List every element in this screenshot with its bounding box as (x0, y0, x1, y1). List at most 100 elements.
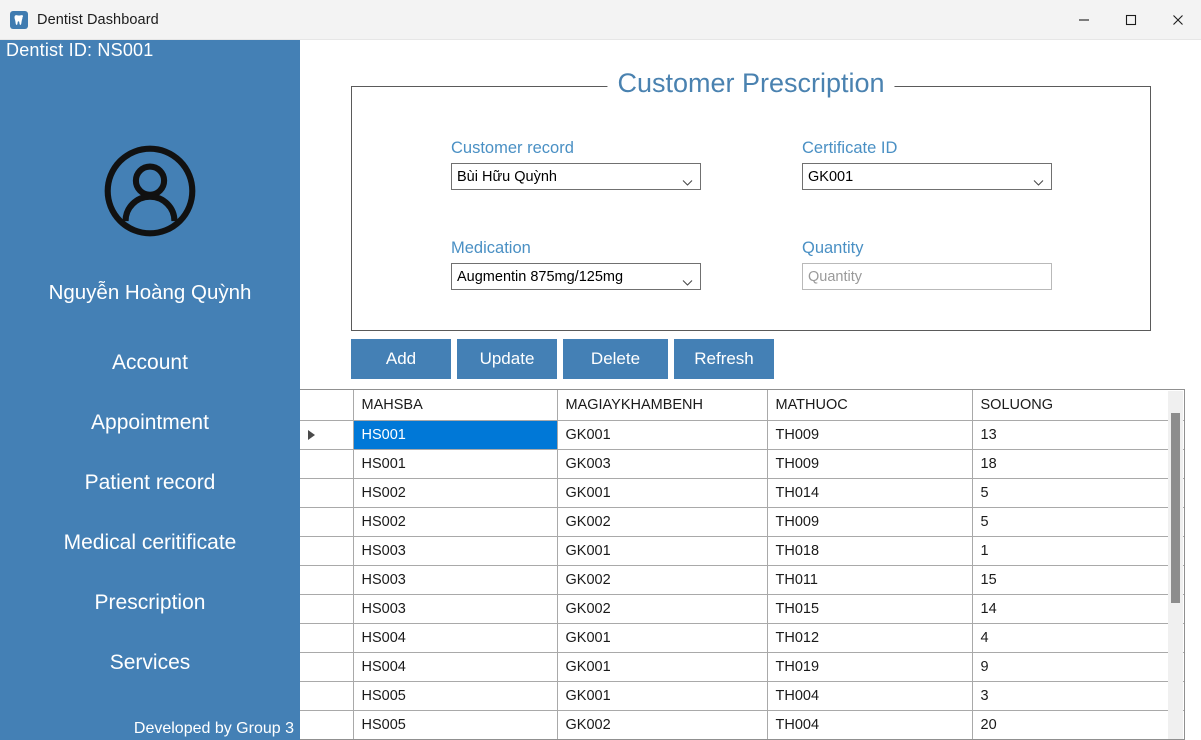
table-row[interactable]: HS003 GK002 TH011 15 (300, 565, 1184, 595)
table-row[interactable]: HS001 GK003 TH009 18 (300, 449, 1184, 479)
cell-mahsba[interactable]: HS002 (353, 507, 558, 537)
cell-mathuoc[interactable]: TH014 (767, 478, 973, 508)
table-row[interactable]: HS002 GK001 TH014 5 (300, 478, 1184, 508)
row-marker-cell[interactable] (300, 507, 354, 537)
cell-soluong[interactable]: 9 (972, 652, 1184, 682)
row-marker-cell[interactable] (300, 594, 354, 624)
column-header-magiaykhambenh[interactable]: MAGIAYKHAMBENH (557, 390, 768, 421)
cell-magiaykhambenh[interactable]: GK002 (557, 710, 768, 739)
cell-magiaykhambenh[interactable]: GK001 (557, 681, 768, 711)
chevron-down-icon (1033, 173, 1044, 186)
cell-magiaykhambenh[interactable]: GK001 (557, 652, 768, 682)
cell-magiaykhambenh[interactable]: GK001 (557, 623, 768, 653)
customer-prescription-groupbox: Customer Prescription Customer record Bù… (351, 68, 1151, 331)
row-marker-cell[interactable] (300, 565, 354, 595)
cell-mahsba[interactable]: HS003 (353, 594, 558, 624)
customer-record-select[interactable]: Bùi Hữu Quỳnh (451, 163, 701, 190)
grid-vertical-scrollbar[interactable] (1168, 391, 1183, 739)
cell-soluong[interactable]: 13 (972, 420, 1184, 450)
close-button[interactable] (1154, 0, 1201, 40)
row-marker-cell[interactable] (300, 420, 354, 450)
cell-soluong[interactable]: 1 (972, 536, 1184, 566)
row-marker-cell[interactable] (300, 478, 354, 508)
cell-mahsba[interactable]: HS003 (353, 536, 558, 566)
cell-mathuoc[interactable]: TH011 (767, 565, 973, 595)
delete-button[interactable]: Delete (563, 339, 668, 379)
table-row[interactable]: HS005 GK002 TH004 20 (300, 710, 1184, 739)
cell-soluong[interactable]: 18 (972, 449, 1184, 479)
row-marker-cell[interactable] (300, 652, 354, 682)
cell-soluong[interactable]: 4 (972, 623, 1184, 653)
cell-mahsba[interactable]: HS004 (353, 652, 558, 682)
column-header-mathuoc[interactable]: MATHUOC (767, 390, 973, 421)
table-row[interactable]: HS003 GK002 TH015 14 (300, 594, 1184, 624)
cell-mahsba[interactable]: HS003 (353, 565, 558, 595)
row-marker-cell[interactable] (300, 681, 354, 711)
refresh-button[interactable]: Refresh (674, 339, 774, 379)
cell-soluong[interactable]: 15 (972, 565, 1184, 595)
sidebar-item-account[interactable]: Account (0, 333, 300, 393)
sidebar-item-prescription[interactable]: Prescription (0, 573, 300, 633)
cell-mathuoc[interactable]: TH018 (767, 536, 973, 566)
prescription-data-grid[interactable]: MAHSBA MAGIAYKHAMBENH MATHUOC SOLUONG HS… (300, 389, 1185, 740)
cell-mahsba[interactable]: HS005 (353, 681, 558, 711)
table-row[interactable]: HS005 GK001 TH004 3 (300, 681, 1184, 711)
maximize-button[interactable] (1107, 0, 1154, 40)
cell-magiaykhambenh[interactable]: GK001 (557, 478, 768, 508)
cell-mathuoc[interactable]: TH009 (767, 507, 973, 537)
cell-soluong[interactable]: 20 (972, 710, 1184, 739)
column-header-mahsba[interactable]: MAHSBA (353, 390, 558, 421)
quantity-input[interactable] (802, 263, 1052, 290)
cell-mathuoc[interactable]: TH009 (767, 420, 973, 450)
cell-mathuoc[interactable]: TH012 (767, 623, 973, 653)
action-button-row: Add Update Delete Refresh (351, 339, 780, 379)
cell-mahsba[interactable]: HS002 (353, 478, 558, 508)
table-row[interactable]: HS001 GK001 TH009 13 (300, 420, 1184, 450)
table-row[interactable]: HS004 GK001 TH012 4 (300, 623, 1184, 653)
table-row[interactable]: HS002 GK002 TH009 5 (300, 507, 1184, 537)
certificate-id-field: Certificate ID GK001 (802, 139, 1052, 190)
cell-mathuoc[interactable]: TH009 (767, 449, 973, 479)
sidebar-footer-credit: Developed by Group 3 (133, 720, 294, 737)
sidebar-item-appointment[interactable]: Appointment (0, 393, 300, 453)
cell-mahsba[interactable]: HS001 (353, 449, 558, 479)
cell-magiaykhambenh[interactable]: GK003 (557, 449, 768, 479)
certificate-id-value: GK001 (808, 168, 854, 185)
medication-select[interactable]: Augmentin 875mg/125mg (451, 263, 701, 290)
add-button[interactable]: Add (351, 339, 451, 379)
customer-record-field: Customer record Bùi Hữu Quỳnh (451, 139, 701, 190)
cell-mathuoc[interactable]: TH015 (767, 594, 973, 624)
cell-magiaykhambenh[interactable]: GK002 (557, 565, 768, 595)
cell-soluong[interactable]: 3 (972, 681, 1184, 711)
cell-soluong[interactable]: 5 (972, 507, 1184, 537)
cell-magiaykhambenh[interactable]: GK001 (557, 536, 768, 566)
cell-mahsba[interactable]: HS004 (353, 623, 558, 653)
cell-magiaykhambenh[interactable]: GK002 (557, 594, 768, 624)
cell-magiaykhambenh[interactable]: GK001 (557, 420, 768, 450)
cell-mathuoc[interactable]: TH019 (767, 652, 973, 682)
column-header-soluong[interactable]: SOLUONG (972, 390, 1184, 421)
cell-magiaykhambenh[interactable]: GK002 (557, 507, 768, 537)
chevron-down-icon (682, 173, 693, 186)
table-row[interactable]: HS004 GK001 TH019 9 (300, 652, 1184, 682)
table-row[interactable]: HS003 GK001 TH018 1 (300, 536, 1184, 566)
sidebar-item-services[interactable]: Services (0, 633, 300, 693)
row-marker-cell[interactable] (300, 623, 354, 653)
cell-mahsba[interactable]: HS005 (353, 710, 558, 739)
row-marker-cell[interactable] (300, 536, 354, 566)
scrollbar-thumb[interactable] (1171, 413, 1180, 603)
sidebar-item-patient-record[interactable]: Patient record (0, 453, 300, 513)
sidebar-item-medical-certificate[interactable]: Medical ceritificate (0, 513, 300, 573)
update-button[interactable]: Update (457, 339, 557, 379)
row-marker-cell[interactable] (300, 710, 354, 739)
certificate-id-select[interactable]: GK001 (802, 163, 1052, 190)
row-marker-cell[interactable] (300, 449, 354, 479)
tooth-icon (10, 10, 28, 29)
cell-mahsba[interactable]: HS001 (353, 420, 558, 450)
cell-mathuoc[interactable]: TH004 (767, 681, 973, 711)
minimize-button[interactable] (1060, 0, 1107, 40)
user-avatar-icon (103, 144, 197, 238)
cell-mathuoc[interactable]: TH004 (767, 710, 973, 739)
cell-soluong[interactable]: 5 (972, 478, 1184, 508)
cell-soluong[interactable]: 14 (972, 594, 1184, 624)
